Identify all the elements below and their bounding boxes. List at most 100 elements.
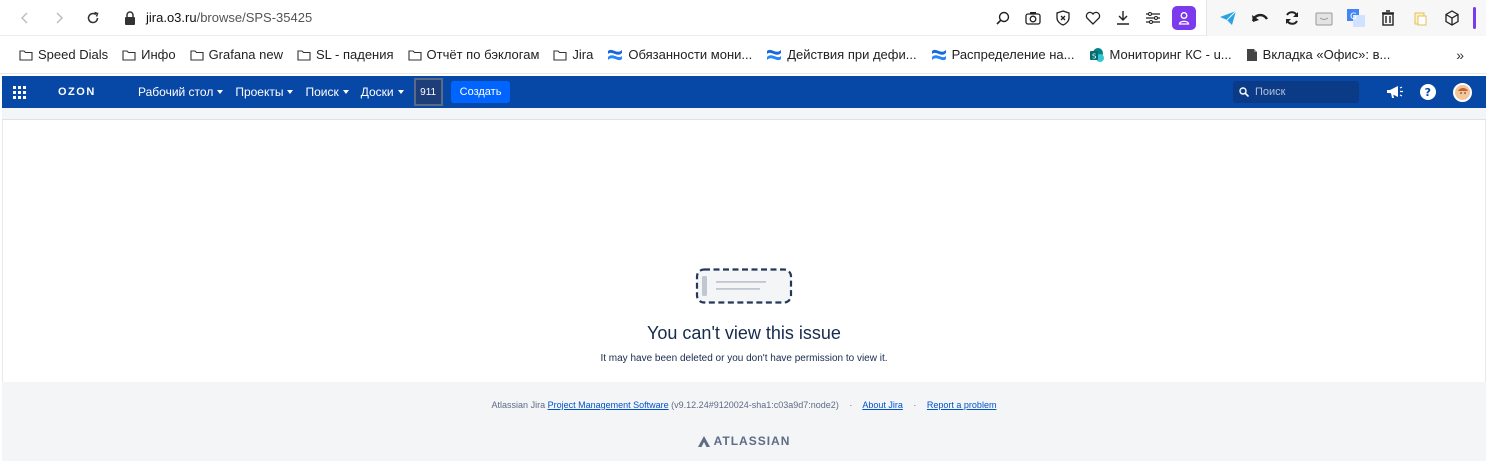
jira-header: OZON Рабочий стол Проекты Поиск Доски 91… bbox=[2, 76, 1486, 108]
camera-icon bbox=[1025, 11, 1041, 25]
report-problem-link[interactable]: Report a problem bbox=[927, 400, 997, 410]
bookmark-label: Мониторинг КС - u... bbox=[1109, 47, 1232, 62]
reload-icon bbox=[87, 11, 99, 23]
bookmark-speed-dials[interactable]: Speed Dials bbox=[12, 47, 115, 62]
menu-label: Доски bbox=[360, 85, 394, 99]
undo-extension[interactable] bbox=[1249, 7, 1271, 29]
footer-separator: · bbox=[913, 400, 917, 410]
clipboard-extension[interactable] bbox=[1409, 7, 1431, 29]
pms-link[interactable]: Project Management Software bbox=[548, 400, 669, 410]
ozon-logo[interactable]: OZON bbox=[58, 86, 128, 98]
megaphone-icon bbox=[1387, 86, 1403, 98]
menu-boards[interactable]: Доски bbox=[355, 85, 410, 99]
confluence-icon bbox=[608, 49, 623, 60]
error-subtitle: It may have been deleted or you don't ha… bbox=[600, 353, 888, 364]
jira-footer: Atlassian Jira Project Management Softwa… bbox=[2, 382, 1486, 461]
avatar-image bbox=[1455, 85, 1470, 99]
bookmark-office-tab[interactable]: Вкладка «Офис»: в... bbox=[1239, 47, 1398, 62]
footer-info: Atlassian Jira Project Management Softwa… bbox=[2, 400, 1486, 410]
snapshot-button[interactable] bbox=[1022, 7, 1044, 29]
about-jira-link[interactable]: About Jira bbox=[862, 400, 903, 410]
help-button[interactable]: ? bbox=[1417, 81, 1439, 103]
heart-icon bbox=[1085, 11, 1101, 25]
bookmark-jira[interactable]: Jira bbox=[546, 47, 600, 62]
find-button[interactable] bbox=[992, 7, 1014, 29]
telegram-extension[interactable] bbox=[1217, 7, 1239, 29]
issue-count-badge[interactable]: 911 bbox=[413, 78, 443, 106]
reload-button[interactable] bbox=[76, 3, 110, 33]
easy-setup-button[interactable] bbox=[1142, 7, 1164, 29]
trash-extension[interactable] bbox=[1377, 7, 1399, 29]
atlassian-logo: ATLASSIAN bbox=[2, 434, 1486, 448]
menu-search[interactable]: Поиск bbox=[299, 85, 354, 99]
briefcase-extension[interactable] bbox=[1313, 7, 1335, 29]
chevron-down-icon bbox=[397, 90, 404, 94]
address-bar[interactable]: jira.o3.ru/browse/SPS-35425 bbox=[124, 10, 992, 25]
footer-separator: · bbox=[849, 400, 853, 410]
bookmarks-more-button[interactable]: » bbox=[1456, 47, 1464, 63]
back-button[interactable] bbox=[8, 3, 42, 33]
chevron-left-icon bbox=[21, 12, 28, 23]
bookmark-duties[interactable]: Обязанности мони... bbox=[600, 47, 759, 63]
bookmark-monitoring[interactable]: S Мониторинг КС - u... bbox=[1082, 47, 1239, 63]
bookmark-label: Инфо bbox=[141, 47, 176, 62]
forward-button[interactable] bbox=[42, 3, 76, 33]
folder-icon bbox=[553, 49, 567, 61]
url-path: /browse/SPS-35425 bbox=[196, 10, 313, 25]
bookmark-label: Обязанности мони... bbox=[628, 47, 753, 62]
folder-icon bbox=[297, 49, 311, 61]
sync-icon bbox=[1286, 10, 1298, 25]
undo-icon bbox=[1251, 13, 1268, 22]
download-icon bbox=[1117, 10, 1129, 25]
announcements-button[interactable] bbox=[1384, 81, 1406, 103]
translate-extension[interactable]: G bbox=[1345, 7, 1367, 29]
bookmark-sl[interactable]: SL - падения bbox=[290, 47, 401, 62]
sharepoint-icon: S bbox=[1089, 47, 1104, 62]
sidebar-indicator bbox=[1473, 6, 1476, 29]
bookmark-label: Распределение на... bbox=[951, 47, 1075, 62]
menu-dashboard[interactable]: Рабочий стол bbox=[132, 85, 229, 99]
favorites-button[interactable] bbox=[1082, 7, 1104, 29]
atlassian-wordmark: ATLASSIAN bbox=[713, 434, 791, 448]
bookmarks-bar: Speed Dials Инфо Grafana new SL - падени… bbox=[0, 36, 1486, 74]
empty-issue-illustration bbox=[695, 268, 793, 304]
footer-product: Atlassian Jira bbox=[491, 400, 546, 410]
folder-icon bbox=[19, 49, 33, 61]
menu-projects[interactable]: Проекты bbox=[229, 85, 299, 99]
briefcase-icon bbox=[1315, 12, 1333, 25]
user-avatar[interactable] bbox=[1453, 82, 1472, 102]
downloads-button[interactable] bbox=[1112, 7, 1134, 29]
svg-text:?: ? bbox=[1425, 86, 1431, 99]
create-button[interactable]: Создать bbox=[450, 81, 511, 103]
bookmark-distribution[interactable]: Распределение на... bbox=[924, 47, 1082, 63]
document-icon bbox=[1246, 48, 1257, 61]
adblock-button[interactable] bbox=[1052, 7, 1074, 29]
url-text: jira.o3.ru/browse/SPS-35425 bbox=[146, 10, 312, 25]
clipboard-icon bbox=[1414, 12, 1427, 25]
zoom-search-icon bbox=[996, 11, 1010, 25]
browser-toolbar: jira.o3.ru/browse/SPS-35425 G bbox=[0, 0, 1486, 36]
bookmark-info[interactable]: Инфо bbox=[115, 47, 182, 62]
confluence-icon bbox=[931, 49, 946, 60]
shield-x-icon bbox=[1056, 9, 1070, 26]
chevron-down-icon bbox=[287, 90, 294, 94]
cube-extension[interactable] bbox=[1441, 7, 1463, 29]
sliders-icon bbox=[1146, 11, 1160, 24]
extensions-bar: G bbox=[1206, 0, 1486, 36]
bookmark-label: SL - падения bbox=[316, 47, 394, 62]
profile-button[interactable] bbox=[1172, 5, 1196, 30]
sync-extension[interactable] bbox=[1281, 7, 1303, 29]
bookmark-defect-actions[interactable]: Действия при дефи... bbox=[759, 47, 923, 63]
paper-plane-icon bbox=[1220, 10, 1237, 25]
search-input[interactable] bbox=[1255, 86, 1351, 98]
bookmark-backlog-report[interactable]: Отчёт по бэклогам bbox=[401, 47, 547, 62]
error-title: You can't view this issue bbox=[647, 323, 841, 343]
bookmark-grafana[interactable]: Grafana new bbox=[183, 47, 290, 62]
help-icon: ? bbox=[1420, 84, 1436, 100]
user-icon bbox=[1178, 11, 1190, 25]
url-host: jira.o3.ru bbox=[146, 10, 197, 25]
jira-search[interactable] bbox=[1233, 81, 1359, 103]
atlassian-mark-icon bbox=[697, 435, 710, 447]
lock-icon bbox=[125, 10, 135, 25]
app-switcher-button[interactable] bbox=[2, 76, 36, 108]
